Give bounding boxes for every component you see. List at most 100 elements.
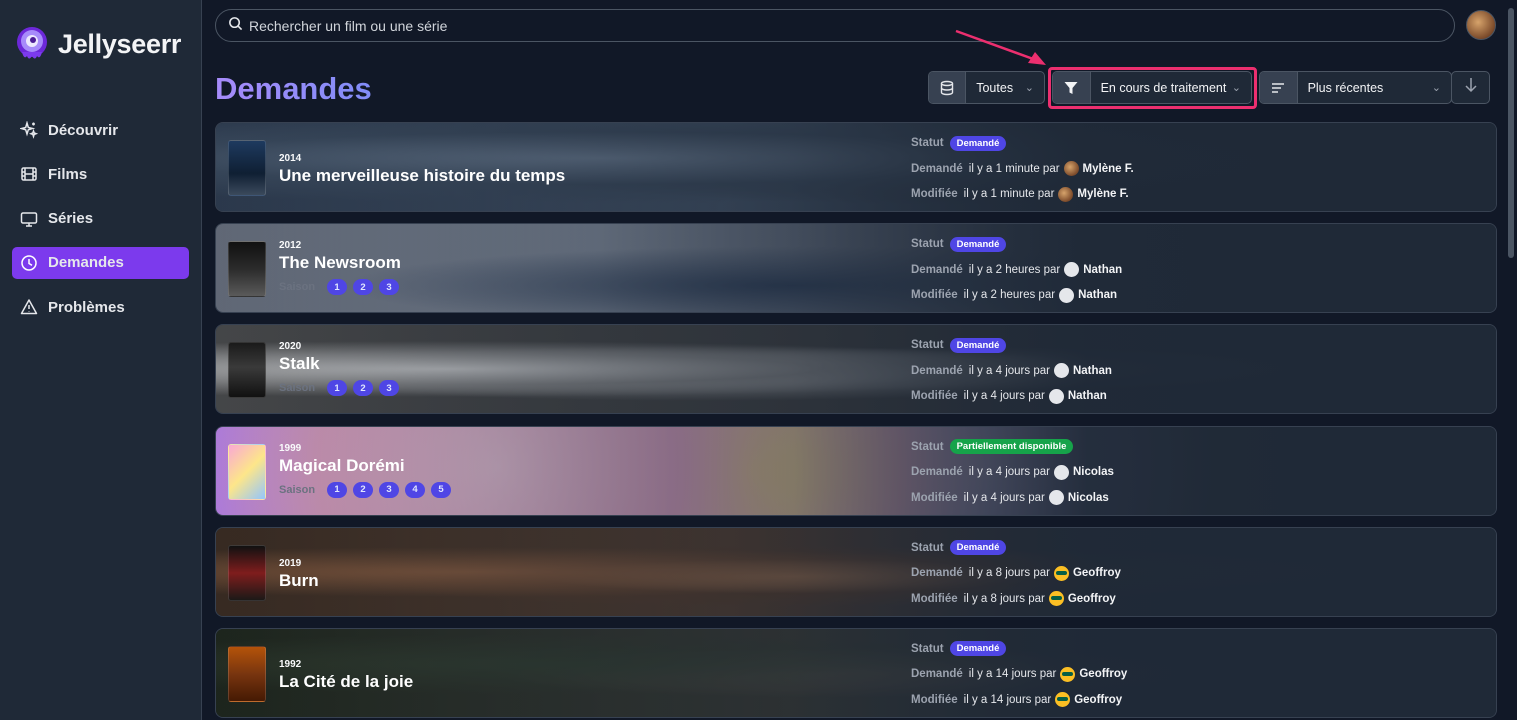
- search-input[interactable]: Rechercher un film ou une série: [215, 9, 1455, 42]
- request-info: 2019 Burn: [279, 558, 319, 591]
- requested-by[interactable]: Geoffroy: [1079, 668, 1127, 680]
- modified-by[interactable]: Nicolas: [1068, 492, 1109, 504]
- avatar: [1058, 186, 1074, 202]
- poster-image[interactable]: [228, 544, 266, 601]
- requested-time: il y a 2 heures par: [968, 263, 1061, 276]
- modified-by[interactable]: Nathan: [1078, 289, 1117, 301]
- requested-by[interactable]: Mylène F.: [1083, 163, 1134, 175]
- request-card[interactable]: 2020 Stalk Saison 1 2 3 Statut Demandé De…: [215, 324, 1497, 415]
- sort-direction-button[interactable]: [1451, 71, 1490, 104]
- avatar: [1053, 464, 1069, 480]
- modified-label: Modifiée: [911, 693, 958, 706]
- poster-image[interactable]: [228, 140, 266, 196]
- requested-time: il y a 8 jours par: [968, 567, 1050, 580]
- avatar: [1048, 490, 1064, 506]
- status-badge: Demandé: [949, 236, 1007, 252]
- year: 2014: [279, 153, 302, 164]
- avatar: [1059, 287, 1075, 303]
- requested-by[interactable]: Nathan: [1073, 365, 1112, 377]
- poster-image[interactable]: [228, 241, 266, 298]
- status-label: Statut: [911, 339, 944, 352]
- request-card[interactable]: 2014 Une merveilleuse histoire du temps …: [215, 122, 1497, 212]
- status-label: Statut: [911, 642, 944, 655]
- chevron-down-icon: ⌄: [1431, 82, 1441, 94]
- sidebar-item-problemes[interactable]: Problèmes: [12, 291, 189, 323]
- media-type-filter[interactable]: Toutes ⌄: [928, 71, 1045, 104]
- media-title[interactable]: Une merveilleuse histoire du temps: [279, 166, 565, 186]
- requested-label: Demandé: [911, 263, 963, 276]
- request-info: 1999 Magical Dorémi Saison 1 2 3 4 5: [279, 443, 452, 498]
- modified-label: Modifiée: [911, 592, 958, 605]
- avatar: [1053, 363, 1069, 379]
- warning-icon: [20, 298, 38, 316]
- modified-label: Modifiée: [911, 390, 958, 403]
- request-list: 2014 Une merveilleuse histoire du temps …: [215, 122, 1497, 720]
- modified-time: il y a 8 jours par: [963, 592, 1045, 605]
- user-avatar[interactable]: [1466, 10, 1496, 40]
- request-meta: Statut Partiellement disponible Demandé il…: [911, 438, 1114, 515]
- modified-time: il y a 2 heures par: [963, 289, 1056, 302]
- modified-by[interactable]: Nathan: [1068, 390, 1107, 402]
- request-card[interactable]: 1992 La Cité de la joie Statut Demandé De…: [215, 627, 1497, 718]
- scrollbar-thumb[interactable]: [1508, 8, 1514, 258]
- sidebar-item-demandes[interactable]: Demandes: [12, 246, 189, 279]
- app-logo[interactable]: Jellyseerr: [14, 26, 181, 62]
- status-badge: Demandé: [949, 135, 1007, 151]
- sidebar-item-series[interactable]: Séries: [12, 203, 189, 235]
- modified-by[interactable]: Mylène F.: [1077, 188, 1128, 200]
- season-pill: 1: [327, 481, 348, 498]
- modified-label: Modifiée: [911, 188, 958, 200]
- media-title[interactable]: Stalk: [279, 354, 399, 374]
- media-type-select[interactable]: Toutes ⌄: [966, 72, 1044, 103]
- app-name: Jellyseerr: [58, 28, 182, 59]
- requested-label: Demandé: [911, 162, 963, 175]
- modified-by[interactable]: Geoffroy: [1074, 694, 1122, 706]
- sort-filter[interactable]: Plus récentes ⌄: [1259, 71, 1452, 104]
- media-title[interactable]: Magical Dorémi: [279, 456, 451, 476]
- season-list: Saison 1 2 3: [279, 279, 401, 296]
- modified-time: il y a 4 jours par: [963, 491, 1045, 504]
- request-info: 2014 Une merveilleuse histoire du temps: [279, 153, 565, 186]
- request-card[interactable]: 1999 Magical Dorémi Saison 1 2 3 4 5 Sta…: [215, 425, 1497, 516]
- avatar: [1048, 388, 1064, 404]
- tv-icon: [20, 210, 38, 228]
- requested-by[interactable]: Nathan: [1083, 264, 1122, 276]
- poster-image[interactable]: [228, 443, 266, 500]
- season-pill: 4: [405, 481, 426, 498]
- status-label: Statut: [911, 238, 944, 251]
- annotation-highlight-box: [1048, 67, 1257, 109]
- request-meta: Statut Demandé Demandé il y a 1 minute par…: [911, 134, 1134, 211]
- poster-image[interactable]: [228, 342, 266, 399]
- modified-time: il y a 1 minute par: [963, 188, 1055, 200]
- requested-time: il y a 4 jours par: [968, 364, 1050, 377]
- media-title[interactable]: Burn: [279, 571, 319, 591]
- status-label: Statut: [911, 440, 944, 453]
- poster-image[interactable]: [228, 645, 266, 702]
- database-icon: [929, 72, 967, 103]
- status-label: Statut: [911, 541, 944, 554]
- year: 2012: [279, 240, 302, 252]
- request-meta: Statut Demandé Demandé il y a 8 jours par G…: [911, 539, 1121, 616]
- search-placeholder: Rechercher un film ou une série: [249, 17, 448, 34]
- request-card[interactable]: 2019 Burn Statut Demandé Demandé il y a 8 …: [215, 526, 1497, 617]
- season-pill: 2: [353, 279, 374, 296]
- request-card[interactable]: 2012 The Newsroom Saison 1 2 3 Statut Dem…: [215, 223, 1497, 314]
- requested-by[interactable]: Geoffroy: [1073, 567, 1121, 579]
- media-title[interactable]: The Newsroom: [279, 253, 401, 273]
- search-icon: [228, 16, 243, 36]
- avatar: [1064, 262, 1080, 278]
- request-info: 2020 Stalk Saison 1 2 3: [279, 341, 400, 397]
- status-badge: Demandé: [949, 641, 1007, 657]
- modified-by[interactable]: Geoffroy: [1068, 593, 1116, 605]
- status-label: Statut: [911, 137, 944, 149]
- requested-by[interactable]: Nicolas: [1073, 466, 1114, 478]
- media-title[interactable]: La Cité de la joie: [279, 672, 413, 692]
- sidebar-item-films[interactable]: Films: [12, 158, 189, 190]
- sort-select[interactable]: Plus récentes ⌄: [1298, 72, 1451, 103]
- sidebar-item-decouvrir[interactable]: Découvrir: [12, 114, 189, 146]
- season-pill: 5: [431, 481, 452, 498]
- request-meta: Statut Demandé Demandé il y a 4 jours par N…: [911, 336, 1112, 413]
- scrollbar[interactable]: [1507, 0, 1515, 720]
- modified-time: il y a 14 jours par: [963, 693, 1052, 706]
- chevron-down-icon: ⌄: [1024, 82, 1034, 94]
